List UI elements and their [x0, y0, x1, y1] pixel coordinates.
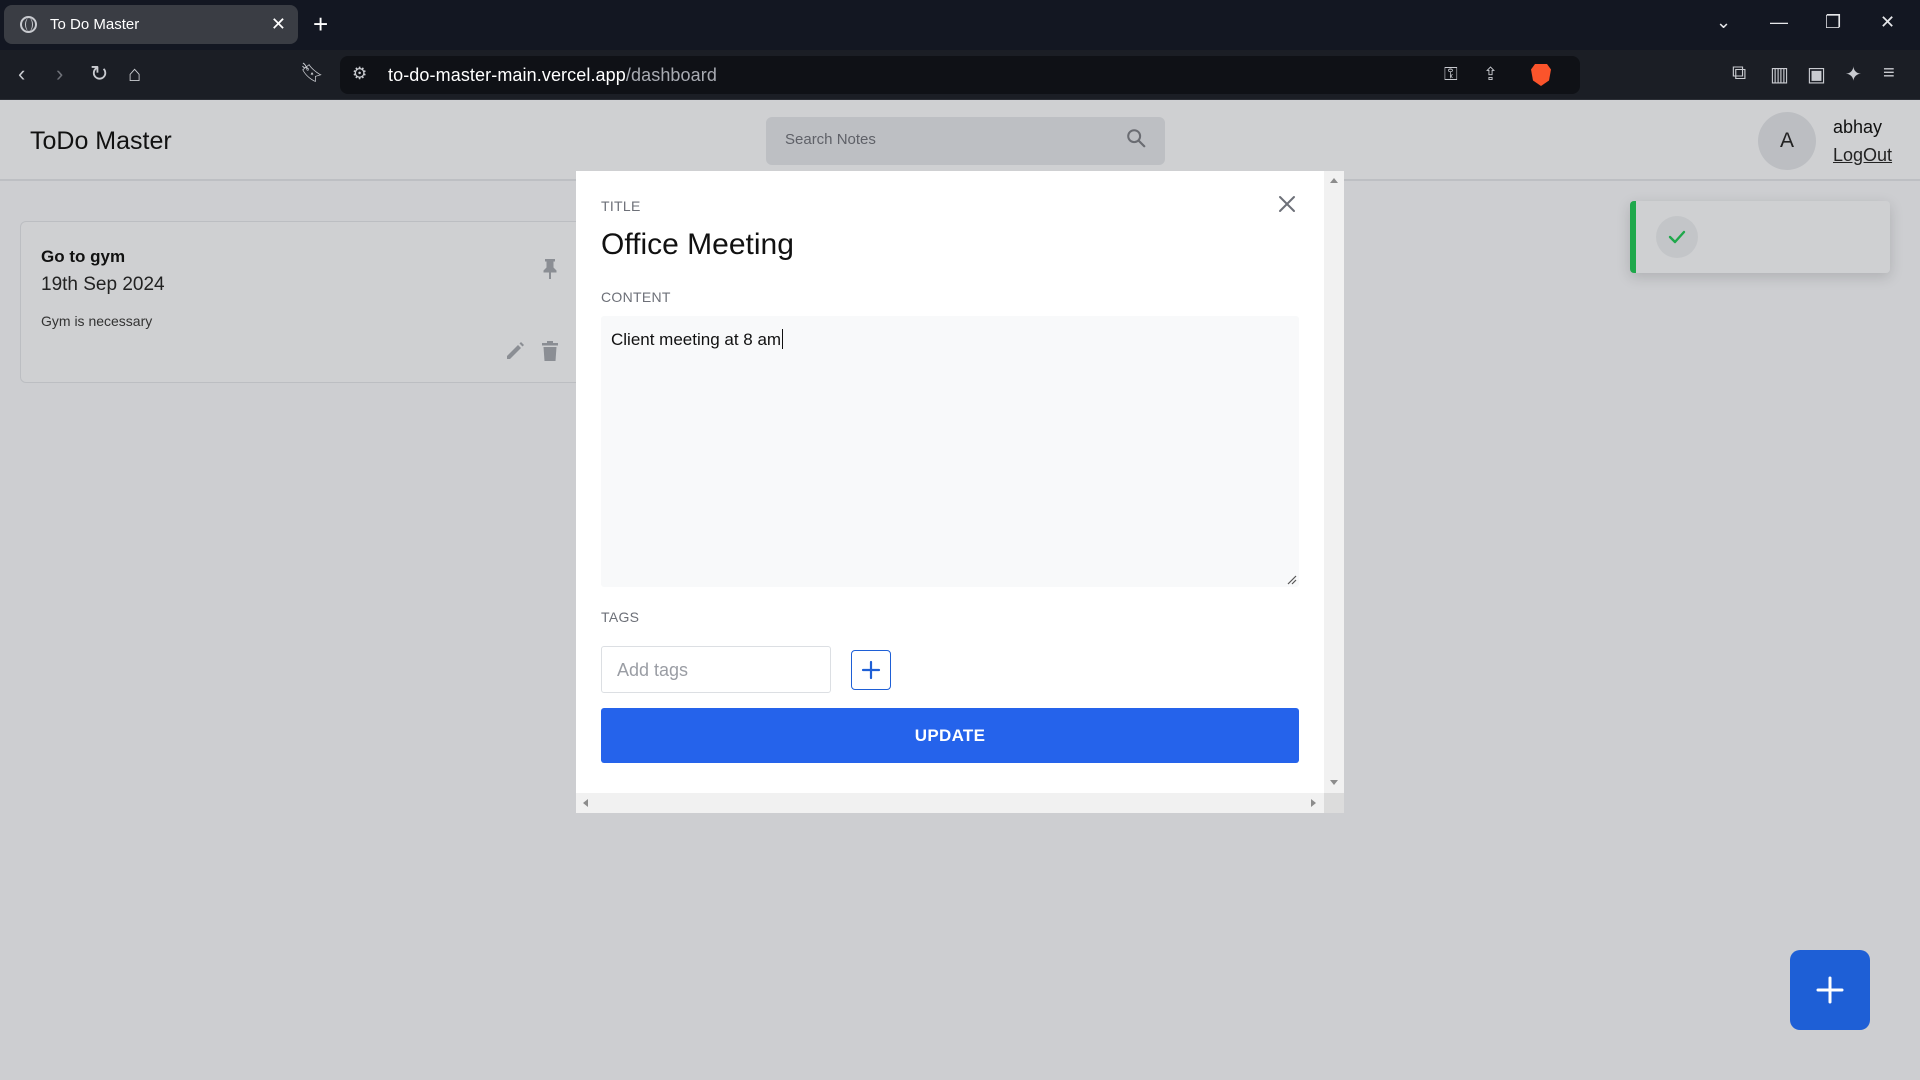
note-content: Gym is necessary — [41, 313, 153, 329]
brave-shield-icon[interactable] — [1531, 64, 1551, 86]
forward-icon[interactable]: › — [56, 62, 63, 86]
browser-tab-strip: To Do Master ✕ + ⌄ — ❐ ✕ — [0, 0, 1920, 50]
tab-title: To Do Master — [50, 16, 140, 33]
search-icon[interactable] — [1125, 127, 1147, 149]
address-bar[interactable]: ⚙ to-do-master-main.vercel.app/dashboard… — [340, 56, 1580, 94]
tab-close-icon[interactable]: ✕ — [271, 14, 286, 35]
tags-label: TAGS — [601, 609, 640, 625]
content-text: Client meeting at 8 am — [611, 329, 784, 349]
success-toast — [1630, 201, 1890, 273]
scroll-right-icon[interactable] — [1311, 799, 1316, 807]
share-icon[interactable]: ⇪ — [1483, 64, 1498, 85]
wallet-icon[interactable]: ▣ — [1807, 62, 1826, 87]
password-key-icon[interactable]: ⚿ — [1444, 64, 1458, 85]
search-input[interactable]: Search Notes — [766, 117, 1165, 165]
tab-search-chevron-icon[interactable]: ⌄ — [1716, 12, 1731, 33]
plus-icon — [861, 660, 881, 680]
horizontal-scrollbar[interactable] — [576, 793, 1324, 813]
note-card[interactable]: Go to gym 19th Sep 2024 Gym is necessary — [20, 221, 600, 383]
text-caret — [782, 329, 784, 349]
restore-icon[interactable]: ❐ — [1825, 12, 1841, 33]
edit-note-modal: TITLE Office Meeting CONTENT Client meet… — [576, 171, 1344, 813]
user-name: abhay — [1833, 117, 1883, 137]
pin-icon[interactable] — [541, 258, 559, 280]
browser-toolbar: ‹ › ↻ ⌂ 🔖︎ ⚙ to-do-master-main.vercel.ap… — [0, 50, 1920, 100]
app-header: ToDo Master Search Notes A abhay LogOut — [0, 101, 1920, 181]
check-icon — [1656, 216, 1698, 258]
edit-icon[interactable] — [504, 340, 526, 362]
resize-handle-icon[interactable] — [1285, 573, 1297, 585]
scrollbar-corner — [1324, 793, 1344, 813]
home-icon[interactable]: ⌂ — [128, 62, 141, 86]
add-tag-button[interactable] — [851, 650, 891, 690]
modal-content: TITLE Office Meeting CONTENT Client meet… — [576, 171, 1324, 793]
new-tab-icon[interactable]: + — [313, 10, 328, 38]
url-text: to-do-master-main.vercel.app/dashboard — [388, 65, 717, 85]
avatar: A — [1758, 112, 1816, 170]
note-title: Go to gym — [41, 247, 126, 266]
minimize-icon[interactable]: — — [1770, 12, 1788, 33]
menu-icon[interactable]: ≡ — [1883, 62, 1895, 85]
tags-input[interactable]: Add tags — [601, 646, 831, 693]
extensions-icon[interactable]: ⧉ — [1732, 62, 1746, 85]
content-textarea[interactable]: Client meeting at 8 am — [601, 316, 1299, 587]
vertical-scrollbar[interactable] — [1324, 171, 1344, 793]
add-note-button[interactable] — [1790, 950, 1870, 1030]
update-button[interactable]: UPDATE — [601, 708, 1299, 763]
globe-icon — [20, 16, 37, 33]
site-settings-icon[interactable]: ⚙ — [352, 64, 367, 84]
window-close-icon[interactable]: ✕ — [1880, 12, 1895, 33]
scroll-up-icon[interactable] — [1330, 178, 1338, 183]
scroll-left-icon[interactable] — [583, 799, 588, 807]
content-label: CONTENT — [601, 289, 671, 305]
browser-tab[interactable]: To Do Master ✕ — [4, 5, 298, 44]
close-icon[interactable] — [1276, 193, 1298, 215]
note-date: 19th Sep 2024 — [41, 274, 165, 295]
bookmark-icon[interactable]: 🔖︎ — [300, 62, 324, 86]
logout-link[interactable]: LogOut — [1833, 145, 1892, 166]
search-placeholder: Search Notes — [785, 131, 876, 148]
scroll-down-icon[interactable] — [1330, 780, 1338, 785]
sidebar-icon[interactable]: ▥ — [1770, 62, 1789, 87]
app-logo: ToDo Master — [30, 127, 172, 155]
back-icon[interactable]: ‹ — [18, 62, 25, 86]
plus-icon — [1816, 976, 1844, 1004]
title-input[interactable]: Office Meeting — [601, 228, 794, 262]
tags-placeholder: Add tags — [617, 660, 689, 680]
reload-icon[interactable]: ↻ — [90, 62, 108, 86]
title-label: TITLE — [601, 198, 641, 214]
trash-icon[interactable] — [541, 340, 559, 362]
leo-ai-icon[interactable]: ✦ — [1845, 62, 1862, 87]
